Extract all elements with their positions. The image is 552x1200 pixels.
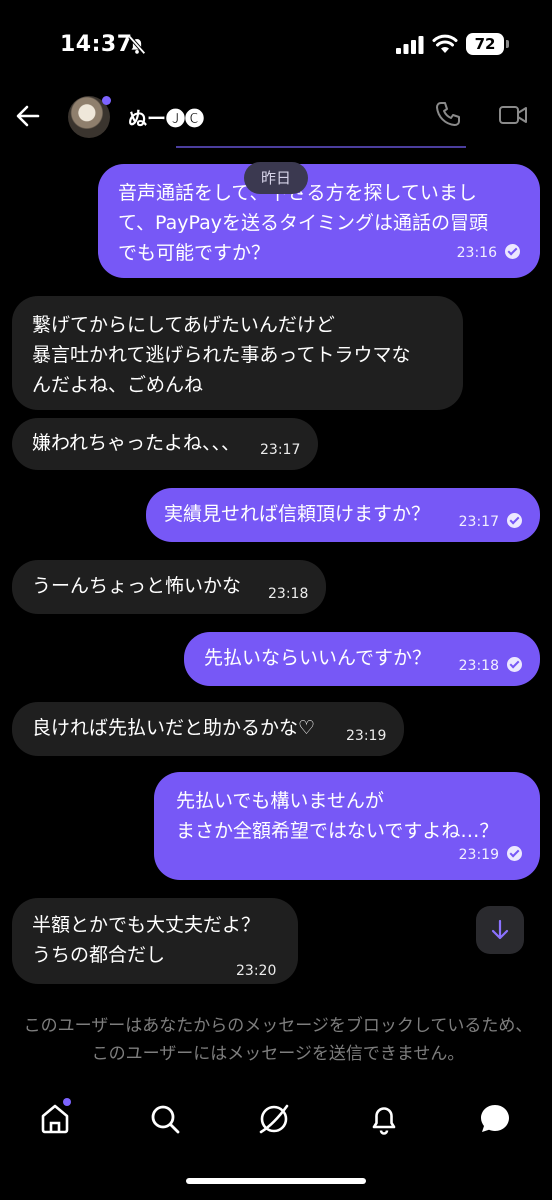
message-bubble-outgoing[interactable]: 先払いでも構いませんが まさか全額希望ではないですよね…？ 23:19 (154, 772, 540, 880)
read-check-icon (505, 244, 520, 259)
phone-icon[interactable] (434, 100, 462, 128)
arrow-down-icon (491, 919, 509, 940)
bell-off-icon (128, 35, 146, 55)
message-text: 繋げてからにしてあげたいんだけど 暴言吐かれて逃げられた事あってトラウマな んだ… (32, 314, 411, 396)
message-text: 実績見せれば信頼頂けますか？ (164, 503, 431, 525)
contact-name[interactable]: ぬー🅙🅒 (128, 104, 204, 131)
message-bubble-incoming[interactable]: 繋げてからにしてあげたいんだけど 暴言吐かれて逃げられた事あってトラウマな んだ… (12, 296, 463, 410)
message-bubble-outgoing[interactable]: 実績見せれば信頼頂けますか？ 23:17 (146, 488, 540, 542)
home-indicator (186, 1178, 366, 1184)
messages-icon[interactable] (478, 1102, 512, 1136)
message-text: 嫌われちゃったよね、、、 (32, 432, 241, 454)
message-bubble-incoming[interactable]: 良ければ先払いだと助かるかな♡ 23:19 (12, 702, 404, 756)
message-bubble-outgoing[interactable]: 音声通話をして、下さる方を探していまし て、PayPayを送るタイミングは通話の… (98, 164, 540, 278)
wifi-icon (432, 34, 458, 53)
message-time: 23:18 (459, 651, 522, 681)
status-time: 14:37 (60, 32, 133, 57)
message-time: 23:17 (260, 442, 301, 458)
video-call-icon[interactable] (498, 102, 528, 128)
header-divider (176, 146, 466, 148)
message-bubble-incoming[interactable]: 半額とかでも大丈夫だよ？ うちの都合だし 23:20 (12, 898, 298, 984)
read-check-icon (507, 846, 522, 861)
message-time: 23:16 (457, 238, 520, 268)
scroll-to-bottom-button[interactable] (476, 906, 524, 954)
time-label: 23:16 (456, 245, 497, 261)
notification-dot (63, 1098, 71, 1106)
home-icon[interactable] (38, 1102, 72, 1136)
message-bubble-outgoing[interactable]: 先払いならいいんですか？ 23:18 (184, 632, 540, 686)
chat-header: ぬー🅙🅒 (0, 90, 552, 146)
message-time: 23:20 (236, 963, 277, 979)
time-label: 23:19 (458, 847, 499, 863)
status-bar: 14:37 72 (0, 0, 552, 90)
message-time: 23:17 (459, 507, 522, 537)
time-label: 23:18 (458, 658, 499, 674)
battery-tip (506, 40, 509, 48)
blocked-notice: このユーザーはあなたからのメッセージをブロックしているため、このユーザーにはメッ… (23, 1016, 533, 1064)
message-text: うーんちょっと怖いかな (32, 575, 242, 597)
message-bubble-incoming[interactable]: うーんちょっと怖いかな 23:18 (12, 560, 326, 614)
message-text: 先払いならいいんですか？ (204, 647, 432, 669)
read-check-icon (507, 513, 522, 528)
time-label: 23:17 (458, 514, 499, 530)
search-icon[interactable] (148, 1102, 182, 1136)
back-arrow-icon[interactable] (14, 102, 42, 130)
message-bubble-incoming[interactable]: 嫌われちゃったよね、、、 23:17 (12, 418, 318, 470)
read-check-icon (507, 657, 522, 672)
signal-icon (396, 36, 424, 54)
online-dot (102, 96, 111, 105)
message-text: 良ければ先払いだと助かるかな♡ (32, 717, 316, 739)
bottom-nav (0, 1090, 552, 1150)
message-time: 23:19 (459, 840, 522, 870)
message-time: 23:19 (346, 728, 387, 744)
message-text: 先払いでも構いませんが まさか全額希望ではないですよね…？ (176, 790, 499, 842)
explore-icon[interactable] (257, 1102, 291, 1136)
date-divider: 昨日 (244, 162, 308, 194)
battery-indicator: 72 (466, 33, 504, 55)
message-time: 23:18 (268, 586, 309, 602)
bell-icon[interactable] (367, 1102, 401, 1136)
